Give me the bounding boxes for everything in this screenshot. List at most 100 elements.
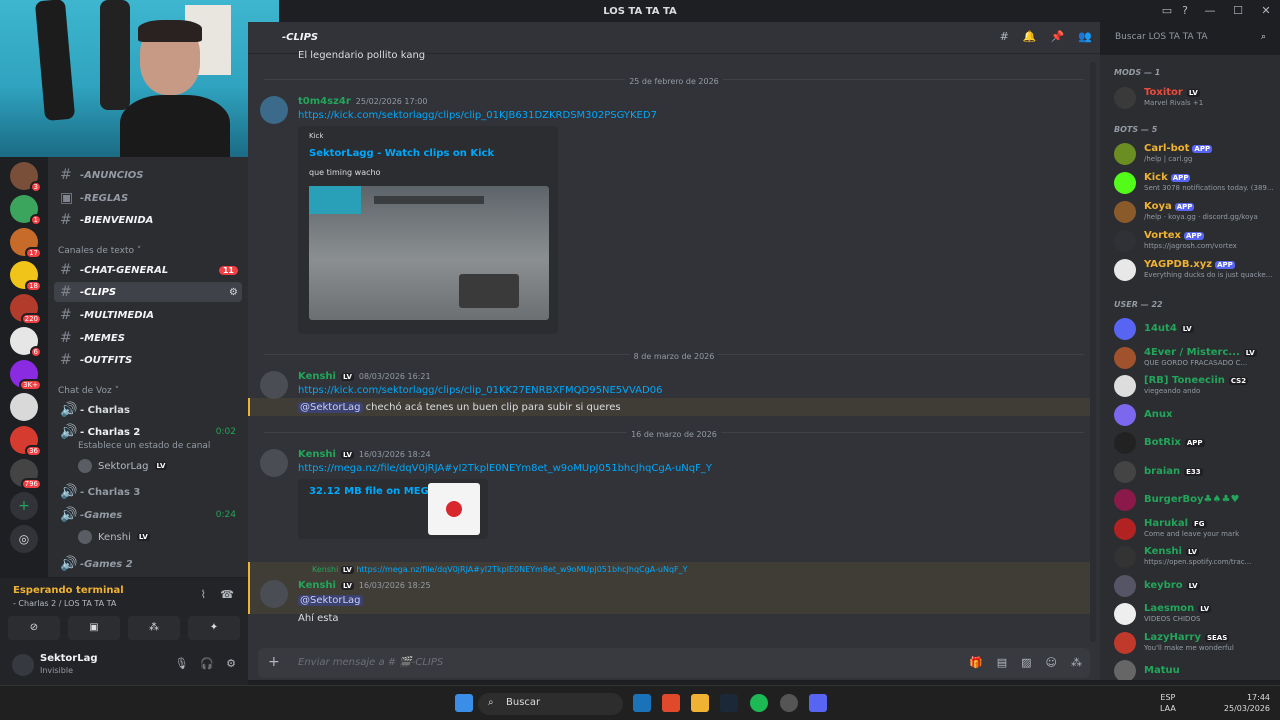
embed-title[interactable]: SektorLagg - Watch clips on Kick [309,148,494,159]
voice-channel-charlas-2[interactable]: 🔊 - Charlas 2 0:02 [54,422,242,442]
discord-icon[interactable] [809,694,827,712]
message-link[interactable]: https://kick.com/sektorlagg/clips/clip_0… [298,110,657,121]
member-item[interactable]: LazyHarry SEAS You'll make me wonderful [1114,630,1274,656]
member-item[interactable]: BotRix APP [1114,430,1274,456]
noise-suppression-icon[interactable]: ⌇ [201,588,206,601]
steam-icon[interactable] [720,694,738,712]
username[interactable]: SektorLag [40,653,98,664]
member-item[interactable]: keybro LV [1114,573,1274,599]
member-item[interactable]: BurgerBoy♣♠♣♥ [1114,487,1274,513]
folder-icon[interactable] [691,694,709,712]
server-icon[interactable]: 3K+ [10,360,42,391]
clock[interactable]: 17:44 25/03/2026 [1224,692,1270,714]
member-item[interactable]: Koya APP/help · koya.gg · discord.gg/koya [1114,199,1274,225]
server-icon[interactable] [10,393,38,421]
camera-button[interactable]: ⊘ [8,616,60,640]
channel-outfits[interactable]: # -OUTFITS [54,350,242,370]
channel-memes[interactable]: # -MEMES [54,328,242,348]
channel-multimedia[interactable]: # -MULTIMEDIA [54,305,242,325]
add-server-button[interactable]: + [10,492,38,520]
voice-channel-charlas-3[interactable]: 🔊 - Charlas 3 [54,482,242,502]
language-indicator[interactable]: ESP LAA [1160,692,1176,714]
members-icon[interactable]: 👥 [1078,30,1092,43]
mention[interactable]: @SektorLag [298,595,363,606]
avatar[interactable] [260,580,288,608]
server-icon[interactable]: 36 [10,426,42,457]
member-item[interactable]: Laesmon LV VIDEOS CHIDOS [1114,601,1274,627]
voice-channel-charlas[interactable]: 🔊 - Charlas [54,400,242,420]
member-item[interactable]: Vortex APP https://jagrosh.com/vortex [1114,228,1274,254]
soundboard-button[interactable]: ✦ [188,616,240,640]
voice-user-sektorlag[interactable]: SektorLag LV [78,459,168,473]
disconnect-icon[interactable]: ☎ [220,588,234,601]
close-button[interactable]: ✕ [1252,0,1280,22]
windows-start-icon[interactable] [455,694,473,712]
server-icon[interactable]: 17 [10,228,42,259]
member-item[interactable]: Harukal FG Come and leave your mark [1114,516,1274,542]
inbox-icon[interactable]: ▭ [1162,0,1172,22]
voice-route[interactable]: - Charlas 2 / LOS TA TA TA [13,599,116,608]
member-item[interactable]: Carl-bot APP/help | carl.gg [1114,141,1274,167]
server-icon[interactable]: 6 [10,327,42,358]
avatar[interactable] [260,449,288,477]
search-input[interactable]: Buscar LOS TA TA TA ⌕ [1110,28,1272,48]
channel-chat-general[interactable]: # -CHAT-GENERAL 11 [54,260,242,280]
server-icon[interactable]: 18 [10,261,42,292]
voice-channel-games[interactable]: 🔊 -Games 0:24 [54,505,242,525]
headphones-icon[interactable]: 🎧 [200,657,214,670]
server-icon[interactable]: 3 [10,162,42,193]
embed-thumbnail[interactable] [309,186,549,320]
activities-button[interactable]: ⁂ [128,616,180,640]
file-title[interactable]: 32.12 MB file on MEGA [309,486,436,497]
spotify-icon[interactable] [750,694,768,712]
server-icon[interactable]: 796 [10,459,42,490]
search-icon[interactable]: ⌕ [1261,32,1266,42]
avatar[interactable] [260,96,288,124]
avatar[interactable] [12,654,34,676]
member-item[interactable]: Anux [1114,402,1274,428]
apps-icon[interactable]: ⁂ [1071,656,1082,669]
reply-preview[interactable]: Kenshi LV https://mega.nz/file/dqV0jRJA#… [312,565,688,574]
screenshare-button[interactable]: ▣ [68,616,120,640]
microphone-icon[interactable]: 🎙 [174,657,188,670]
channel-bienvenida[interactable]: # -BIENVENIDA [54,210,242,230]
scrollbar[interactable] [1090,62,1096,642]
discover-button[interactable]: ◎ [10,525,38,553]
mention[interactable]: @SektorLag [298,402,363,413]
member-item[interactable]: 4Ever / Misterc... LV QUE GORDO FRACASADO … [1114,345,1274,371]
member-item[interactable]: 14ut4 LV [1114,316,1274,342]
category-voice[interactable]: Chat de Voz ˅ [58,386,119,396]
pin-icon[interactable]: 📌 [1051,30,1065,43]
category-text[interactable]: Canales de texto ˅ [58,246,141,256]
channel-anuncios[interactable]: # -ANUNCIOS [54,165,242,185]
plus-icon[interactable]: + [268,654,280,670]
threads-icon[interactable]: # [1000,30,1009,43]
member-item[interactable]: Toxitor LV Marvel Rivals +1 [1114,85,1274,111]
author-name[interactable]: Kenshi [298,580,336,591]
explorer-icon[interactable] [633,694,651,712]
chatgpt-icon[interactable] [780,694,798,712]
member-item[interactable]: [RB] Toneeciin CS2 viegeando ando [1114,373,1274,399]
voice-user-kenshi[interactable]: Kenshi LV [78,530,150,544]
server-icon[interactable]: 220 [10,294,42,325]
taskbar-search[interactable]: ⌕ Buscar [478,693,623,715]
message-link[interactable]: https://kick.com/sektorlagg/clips/clip_0… [298,385,662,396]
minimize-button[interactable]: — [1196,0,1224,22]
author-name[interactable]: Kenshi [298,371,336,382]
emoji-icon[interactable]: ☺ [1046,656,1057,669]
voice-channel-games-2[interactable]: 🔊 -Games 2 [54,554,242,574]
channel-reglas[interactable]: ▣ -REGLAS [54,188,242,208]
gif-icon[interactable]: ▤ [997,656,1007,669]
sticker-icon[interactable]: ▨ [1021,656,1031,669]
member-item[interactable]: Kenshi LV https://open.spotify.com/trac... [1114,544,1274,570]
gear-icon[interactable]: ⚙ [226,657,236,670]
composer-placeholder[interactable]: Enviar mensaje a # 🎬-CLIPS [298,657,443,668]
message-link[interactable]: https://mega.nz/file/dqV0jRJA#yI2TkplE0N… [298,463,712,474]
help-icon[interactable]: ? [1182,0,1188,22]
channel-status-hint[interactable]: Establece un estado de canal [78,441,210,451]
author-name[interactable]: Kenshi [298,449,336,460]
maximize-button[interactable]: ☐ [1224,0,1252,22]
message-composer[interactable]: + Enviar mensaje a # 🎬-CLIPS 🎁 ▤ ▨ ☺ ⁂ [258,648,1090,678]
brave-icon[interactable] [662,694,680,712]
member-item[interactable]: YAGPDB.xyz APP Everything ducks do is just… [1114,257,1274,283]
